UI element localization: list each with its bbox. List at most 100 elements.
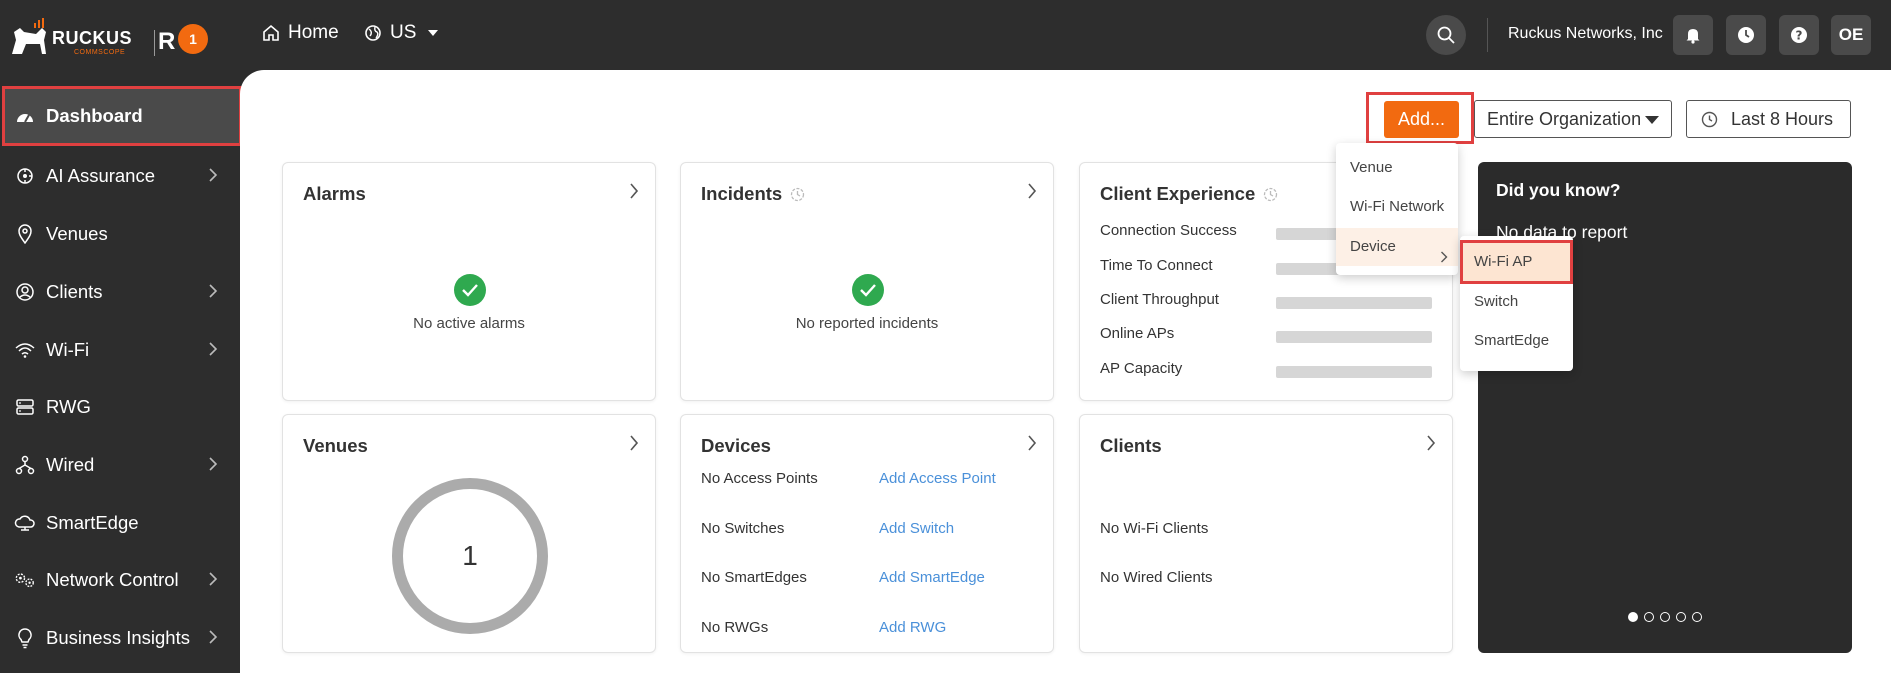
ruckus-logo[interactable]: RUCKUS COMMSCOPE R 1: [8, 8, 208, 64]
check-circle-icon: [454, 274, 486, 306]
help-button[interactable]: ?: [1779, 15, 1819, 55]
chevron-right-icon: [208, 339, 218, 361]
menu-item-switch[interactable]: Switch: [1460, 283, 1573, 321]
globe-icon: [365, 25, 381, 41]
chevron-right-icon[interactable]: [1027, 435, 1037, 456]
chevron-right-icon: [208, 569, 218, 591]
clients-status: No Wi-Fi Clients: [1100, 520, 1209, 537]
carousel-dot[interactable]: [1692, 612, 1702, 622]
metric-label: AP Capacity: [1100, 360, 1183, 377]
carousel-dot[interactable]: [1676, 612, 1686, 622]
home-icon: [263, 24, 279, 41]
add-access-point-link[interactable]: Add Access Point: [879, 470, 996, 487]
time-range-select[interactable]: Last 8 Hours: [1686, 100, 1851, 138]
chevron-right-icon[interactable]: [629, 183, 639, 204]
menu-item-label: Device: [1350, 238, 1396, 255]
ai-icon: [14, 165, 36, 187]
menu-item-smartedge[interactable]: SmartEdge: [1460, 322, 1573, 360]
alarms-card: Alarms No active alarms: [282, 162, 656, 401]
svg-text:?: ?: [1796, 29, 1803, 43]
activity-button[interactable]: [1726, 15, 1766, 55]
lightbulb-icon: [14, 627, 36, 649]
carousel-dot[interactable]: [1660, 612, 1670, 622]
menu-item-wifi-ap[interactable]: Wi-Fi AP: [1460, 240, 1573, 284]
metric-label: Online APs: [1100, 325, 1175, 342]
device-status: No RWGs: [701, 619, 769, 636]
incidents-title: Incidents: [701, 183, 783, 204]
sidebar-item-label: Wired: [46, 454, 95, 475]
metric-label: Connection Success: [1100, 222, 1237, 239]
chevron-right-icon[interactable]: [1426, 435, 1436, 456]
sidebar-item-label: Business Insights: [46, 627, 190, 648]
metric-label: Client Throughput: [1100, 291, 1219, 308]
device-submenu: Wi-Fi AP Switch SmartEdge: [1460, 236, 1573, 371]
server-icon: [14, 396, 36, 418]
card-title: Client Experience: [1100, 183, 1278, 205]
search-button[interactable]: [1426, 15, 1466, 55]
clock-icon: [1701, 111, 1718, 128]
notifications-button[interactable]: [1673, 15, 1713, 55]
metric-label: Time To Connect: [1100, 257, 1213, 274]
sidebar-item-label: Clients: [46, 281, 103, 302]
location-pin-icon: [14, 223, 36, 245]
dog-logo-icon: [12, 18, 46, 54]
sidebar-item-clients[interactable]: Clients: [0, 264, 240, 320]
dashboard-icon: [14, 105, 36, 127]
check-circle-icon: [852, 274, 884, 306]
devices-title: Devices: [701, 435, 771, 456]
carousel-dot[interactable]: [1644, 612, 1654, 622]
sidebar-item-ai-assurance[interactable]: AI Assurance: [0, 148, 240, 204]
menu-item-device[interactable]: Device: [1336, 228, 1458, 266]
home-link[interactable]: Home: [262, 22, 339, 44]
metric-bar: [1276, 366, 1432, 378]
help-icon: ?: [1791, 27, 1807, 43]
devices-card: Devices No Access Points Add Access Poin…: [680, 414, 1054, 653]
add-rwg-link[interactable]: Add RWG: [879, 619, 946, 636]
sidebar-item-dashboard[interactable]: Dashboard: [2, 86, 242, 146]
add-smartedge-link[interactable]: Add SmartEdge: [879, 569, 985, 586]
clock-icon: [1738, 27, 1754, 43]
time-range-label: Last 8 Hours: [1731, 108, 1834, 129]
clients-card: Clients No Wi-Fi Clients No Wired Client…: [1079, 414, 1453, 653]
org-name: Ruckus Networks, Inc: [1508, 25, 1663, 42]
card-title: Clients: [1100, 435, 1162, 457]
sidebar-item-venues[interactable]: Venues: [0, 206, 240, 262]
menu-item-venue[interactable]: Venue: [1336, 149, 1458, 187]
scope-select[interactable]: Entire Organization: [1474, 100, 1672, 138]
add-switch-link[interactable]: Add Switch: [879, 520, 954, 537]
brand-subtitle: COMMSCOPE: [74, 49, 126, 56]
card-title: Venues: [303, 435, 368, 457]
sidebar-item-label: Network Control: [46, 569, 179, 590]
sidebar-item-smartedge[interactable]: SmartEdge: [0, 495, 240, 551]
sidebar-item-business-insights[interactable]: Business Insights: [0, 610, 240, 666]
carousel-dot[interactable]: [1628, 612, 1638, 622]
sidebar-item-network-control[interactable]: Network Control: [0, 552, 240, 608]
sidebar-item-label: RWG: [46, 396, 91, 417]
venues-count: 1: [462, 540, 478, 571]
sidebar-item-label: Venues: [46, 223, 108, 244]
scope-select-label: Entire Organization: [1487, 108, 1642, 129]
device-status: No SmartEdges: [701, 569, 807, 586]
venues-title: Venues: [303, 435, 368, 456]
user-avatar[interactable]: OE: [1831, 15, 1871, 55]
sidebar-item-wifi[interactable]: Wi-Fi: [0, 322, 240, 378]
chevron-right-icon[interactable]: [1027, 183, 1037, 204]
chevron-right-icon: [208, 454, 218, 476]
device-status: No Access Points: [701, 470, 818, 487]
sidebar-item-wired[interactable]: Wired: [0, 437, 240, 493]
chevron-right-icon: [208, 281, 218, 303]
menu-item-wifi-network[interactable]: Wi-Fi Network: [1336, 188, 1458, 226]
card-title: Devices: [701, 435, 771, 457]
top-bar: RUCKUS COMMSCOPE R 1 Home US Ruckus Netw…: [0, 0, 1891, 70]
add-button[interactable]: Add...: [1384, 101, 1459, 138]
metric-bar: [1276, 331, 1432, 343]
chevron-right-icon[interactable]: [629, 435, 639, 456]
carousel-dots: [1628, 612, 1702, 622]
user-circle-icon: [14, 281, 36, 303]
sidebar-item-rwg[interactable]: RWG: [0, 379, 240, 435]
product-logo-badge: 1: [178, 24, 208, 54]
device-status: No Switches: [701, 520, 785, 537]
region-selector[interactable]: US: [364, 22, 439, 44]
topbar-divider: [1487, 18, 1488, 52]
alarms-message: No active alarms: [413, 315, 525, 332]
